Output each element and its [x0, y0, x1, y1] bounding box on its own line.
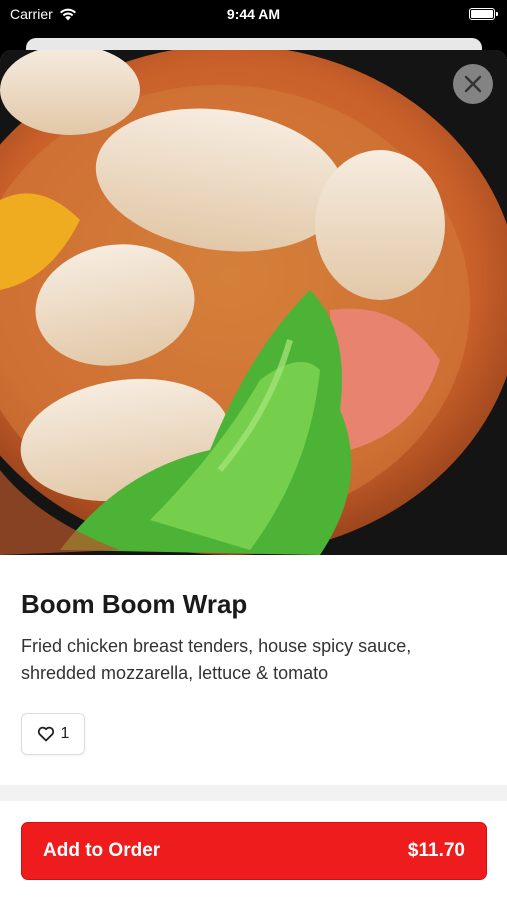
close-icon	[464, 75, 482, 93]
heart-icon	[37, 726, 54, 742]
clock: 9:44 AM	[226, 6, 281, 22]
section-divider	[0, 785, 507, 801]
status-bar: Carrier 9:44 AM	[0, 0, 507, 30]
like-button[interactable]: 1	[21, 713, 85, 755]
item-description: Fried chicken breast tenders, house spic…	[21, 636, 412, 683]
battery-icon	[469, 8, 498, 20]
item-name: Boom Boom Wrap	[21, 589, 248, 619]
close-button[interactable]	[453, 64, 493, 104]
add-to-order-label: Add to Order	[43, 840, 161, 861]
like-count: 1	[60, 725, 70, 742]
add-to-order-button[interactable]: Add to Order $11.70	[21, 822, 487, 880]
item-detail-sheet: Boom Boom Wrap Fried chicken breast tend…	[0, 50, 507, 900]
order-price: $11.70	[407, 840, 465, 861]
item-photo	[0, 50, 507, 555]
wrap-photo-illustration	[0, 50, 507, 555]
